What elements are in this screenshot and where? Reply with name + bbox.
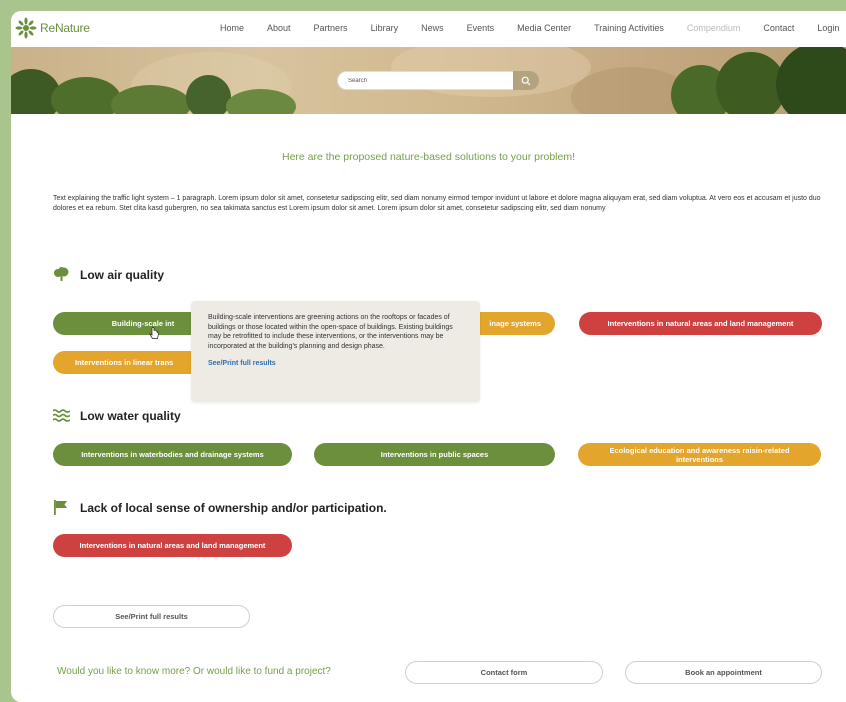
waves-icon: [53, 409, 70, 422]
tree-foliage: [776, 47, 846, 114]
nav-item-login[interactable]: Login: [817, 23, 839, 33]
tree-foliage: [186, 75, 231, 114]
contact-form-button[interactable]: Contact form: [405, 661, 603, 684]
nav-item-contact[interactable]: Contact: [763, 23, 794, 33]
search-bar: [337, 71, 539, 92]
nav-menu: Home About Partners Library News Events …: [220, 23, 846, 33]
main-page: ReNature Home About Partners Library New…: [11, 11, 846, 702]
leaf-logo-icon: [15, 17, 37, 39]
tooltip-see-print-link[interactable]: See/Print full results: [208, 359, 466, 369]
nav-item-home[interactable]: Home: [220, 23, 244, 33]
nav-item-partners[interactable]: Partners: [314, 23, 348, 33]
logo[interactable]: ReNature: [15, 17, 90, 39]
section-title: Low air quality: [80, 267, 165, 282]
section-title: Lack of local sense of ownership and/or …: [80, 500, 387, 515]
tree-foliage: [51, 77, 121, 114]
tree-icon: [54, 267, 69, 281]
nav-item-news[interactable]: News: [421, 23, 444, 33]
hand-cursor-icon: [149, 327, 159, 339]
brand-name: ReNature: [40, 21, 90, 35]
section-water-quality: Low water quality: [53, 408, 181, 423]
nav-item-about[interactable]: About: [267, 23, 291, 33]
nav-item-events[interactable]: Events: [467, 23, 495, 33]
section-ownership: Lack of local sense of ownership and/or …: [53, 500, 387, 515]
search-icon: [521, 76, 531, 85]
see-print-results-button[interactable]: See/Print full results: [53, 605, 250, 628]
pill-public-spaces[interactable]: Interventions in public spaces: [314, 443, 555, 466]
pill-natural-areas[interactable]: Interventions in natural areas and land …: [579, 312, 822, 335]
fund-project-question: Would you like to know more? Or would li…: [57, 666, 331, 677]
flag-icon: [54, 500, 67, 515]
pill-ecological-education[interactable]: Ecological education and awareness raisi…: [578, 443, 821, 466]
search-input[interactable]: [337, 71, 515, 90]
results-heading: Here are the proposed nature-based solut…: [281, 151, 575, 163]
intro-paragraph: Text explaining the traffic light system…: [53, 195, 821, 212]
nav-item-compendium[interactable]: Compendium: [687, 23, 741, 33]
pill-natural-areas[interactable]: Interventions in natural areas and land …: [53, 534, 292, 557]
tooltip-text: Building-scale interventions are greenin…: [208, 314, 453, 350]
hero-banner: [11, 47, 846, 114]
section-air-quality: Low air quality: [53, 267, 164, 282]
nav-item-training-activities[interactable]: Training Activities: [594, 23, 664, 33]
nav-item-media-center[interactable]: Media Center: [517, 23, 571, 33]
book-appointment-button[interactable]: Book an appointment: [625, 661, 822, 684]
section-title: Low water quality: [80, 408, 181, 423]
search-button[interactable]: [513, 71, 539, 90]
pill-description-tooltip: Building-scale interventions are greenin…: [191, 301, 480, 402]
top-navigation: ReNature Home About Partners Library New…: [11, 11, 846, 47]
nav-item-library[interactable]: Library: [371, 23, 399, 33]
pill-waterbodies-drainage[interactable]: Interventions in waterbodies and drainag…: [53, 443, 292, 466]
